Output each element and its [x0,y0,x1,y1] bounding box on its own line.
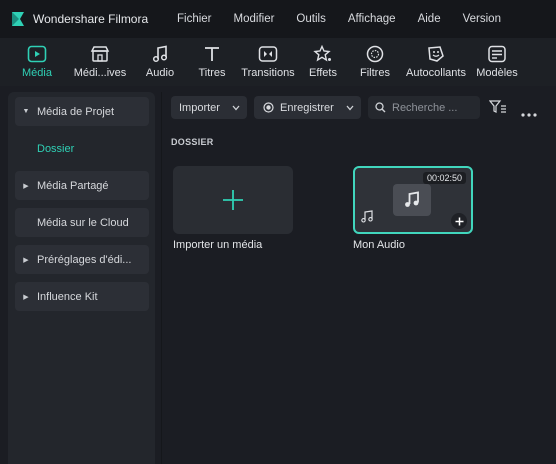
tab-audio[interactable]: Audio [143,38,177,86]
search-input[interactable] [392,101,474,114]
media-card-caption: Mon Audio [353,239,405,251]
sidebar-item-project-media[interactable]: ▼ Média de Projet [15,97,149,126]
menu-aide[interactable]: Aide [407,13,452,25]
sidebar-item-folder[interactable]: Dossier [15,134,149,163]
sidebar-item-label: Influence Kit [37,290,98,303]
tab-media-label: Média [22,67,52,79]
menu-affichage[interactable]: Affichage [337,13,407,25]
sidebar-item-shared-media[interactable]: ▶ Média Partagé [15,171,149,200]
menu-modifier[interactable]: Modifier [223,13,286,25]
record-icon [263,102,274,113]
caret-down-icon: ▼ [22,108,30,115]
chevron-down-icon [232,105,240,111]
sidebar-item-label: Préréglages d'édi... [37,253,132,266]
media-sidebar: ▼ Média de Projet Dossier ▶ Média Partag… [8,92,155,464]
tab-templates[interactable]: Modèles [476,38,518,86]
tab-titles-label: Titres [198,67,226,79]
menu-fichier[interactable]: Fichier [166,13,223,25]
import-dropdown-button[interactable]: Importer [171,96,247,119]
menu-version[interactable]: Version [452,13,512,25]
tab-filters-label: Filtres [360,67,390,79]
music-note-icon [149,44,171,64]
effects-star-icon [312,44,334,64]
app-title: Wondershare Filmora [33,12,149,26]
tab-templates-label: Modèles [476,67,518,79]
sidebar-item-label: Média sur le Cloud [37,216,129,229]
plus-icon [222,189,244,216]
filter-sort-icon[interactable] [488,100,507,119]
sticker-icon [425,44,447,64]
chevron-down-icon [346,105,354,111]
search-icon [375,102,386,113]
store-icon [89,44,111,64]
caret-right-icon: ▶ [23,182,29,190]
filmora-logo-icon [9,10,27,28]
record-button-label: Enregistrer [280,101,334,114]
tab-effects-label: Effets [309,67,337,79]
media-card-mon-audio[interactable]: 00:02:50 [353,166,473,234]
tab-titles[interactable]: Titres [196,38,228,86]
import-media-card[interactable] [173,166,293,234]
caret-right-icon: ▶ [23,293,29,301]
sidebar-item-cloud-media[interactable]: Média sur le Cloud [15,208,149,237]
tab-stickers-label: Autocollants [406,67,466,79]
menu-bar: Wondershare Filmora Fichier Modifier Out… [0,0,556,38]
import-button-label: Importer [179,101,220,114]
tab-effects[interactable]: Effets [307,38,339,86]
toolbar: Média Médi...ives Audio Titres Transitio… [0,38,556,86]
section-label-folder: DOSSIER [171,137,214,147]
tab-transitions[interactable]: Transitions [241,38,295,86]
music-thumbnail-icon [393,184,431,216]
sidebar-item-label: Média de Projet [37,105,115,118]
media-library-content: Importer Enregistrer DOSSIER Importer un… [162,86,556,464]
transition-icon [257,44,279,64]
import-media-caption: Importer un média [173,239,263,251]
tab-stock-media[interactable]: Médi...ives [72,38,128,86]
duration-badge: 00:02:50 [422,172,466,184]
tab-transitions-label: Transitions [241,67,295,79]
search-box[interactable] [368,96,480,119]
caret-right-icon: ▶ [23,256,29,264]
tab-audio-label: Audio [145,67,175,79]
sidebar-item-label: Média Partagé [37,179,109,192]
record-dropdown-button[interactable]: Enregistrer [254,96,361,119]
sidebar-item-influence-kit[interactable]: ▶ Influence Kit [15,282,149,311]
tab-stickers[interactable]: Autocollants [405,38,467,86]
template-icon [486,44,508,64]
add-to-timeline-icon[interactable] [451,213,467,229]
sidebar-item-edit-presets[interactable]: ▶ Préréglages d'édi... [15,245,149,274]
audio-type-icon [360,210,374,228]
tab-stock-media-label: Médi...ives [73,67,127,79]
menu-outils[interactable]: Outils [285,13,336,25]
sidebar-item-label: Dossier [37,142,75,155]
media-icon [26,44,48,64]
tab-filters[interactable]: Filtres [359,38,391,86]
more-options-icon[interactable] [521,104,537,122]
filter-icon [364,44,386,64]
tab-media[interactable]: Média [20,38,54,86]
title-t-icon [201,44,223,64]
